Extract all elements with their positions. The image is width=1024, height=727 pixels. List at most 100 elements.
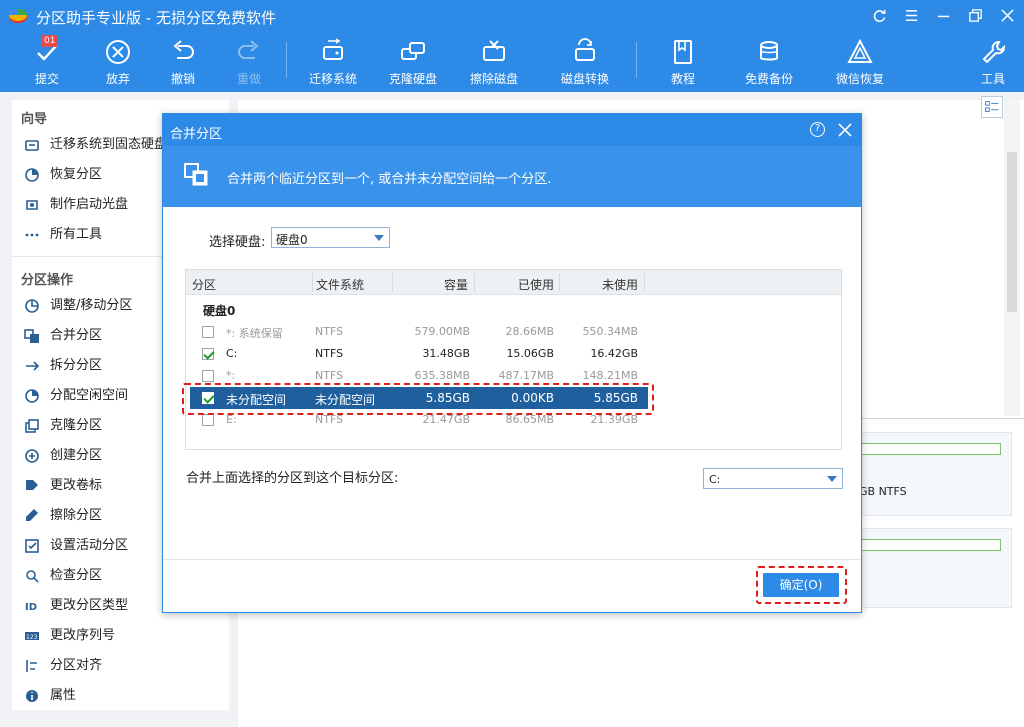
recover-partition-icon — [25, 168, 39, 182]
check-partition-icon — [26, 570, 39, 583]
column-divider[interactable] — [392, 273, 393, 292]
set-active-icon — [25, 539, 39, 553]
refresh-icon[interactable] — [870, 6, 888, 24]
row-checkbox[interactable] — [202, 326, 214, 338]
partition-usage-bar — [861, 539, 1001, 551]
tools-button[interactable]: 工具 — [960, 36, 1024, 88]
row-checkbox[interactable] — [202, 348, 214, 360]
migrate-os-button[interactable]: 迁移系统 — [300, 36, 366, 88]
restore-icon[interactable] — [966, 6, 984, 24]
column-divider[interactable] — [559, 273, 560, 292]
disk-card[interactable]: GB NTFS — [856, 432, 1012, 516]
table-row[interactable]: C: NTFS 31.48GB 15.06GB 16.42GB — [190, 343, 648, 365]
book-icon — [674, 40, 692, 64]
sidebar-item-label: 拆分分区 — [50, 358, 103, 373]
info-icon — [26, 690, 38, 702]
disk-card[interactable] — [856, 528, 1012, 608]
help-icon[interactable]: ? — [810, 122, 825, 137]
file-system: NTFS — [315, 369, 344, 382]
row-checkbox[interactable] — [202, 414, 214, 426]
serial-icon: 123 — [25, 632, 39, 641]
column-header[interactable]: 分区 — [192, 276, 216, 293]
migrate-os-icon — [25, 140, 39, 151]
row-checkbox[interactable] — [202, 370, 214, 382]
ok-button[interactable]: 确定(O) — [763, 573, 839, 597]
dialog-banner: 合并两个临近分区到一个, 或合并未分配空间给一个分区. — [163, 146, 861, 207]
sidebar-item[interactable]: 分区对齐 — [12, 651, 229, 681]
redo-button[interactable]: 重做 — [216, 36, 282, 88]
convert-disk-button[interactable]: 磁盘转换 — [552, 36, 618, 88]
chevron-down-icon — [827, 476, 837, 482]
partition-name: C: — [226, 347, 238, 360]
used-space: 28.66MB — [505, 325, 554, 338]
clone-disk-button[interactable]: 克隆硬盘 — [380, 36, 446, 88]
window-controls — [870, 6, 1016, 24]
submit-button[interactable]: 01 提交 — [14, 35, 80, 88]
used-space: 487.17MB — [498, 369, 554, 382]
close-window-icon[interactable] — [998, 6, 1016, 24]
free-backup-button[interactable]: 免费备份 — [736, 36, 802, 88]
app-logo-icon — [9, 9, 27, 23]
sidebar-item-label: 克隆分区 — [50, 418, 103, 433]
column-header[interactable]: 容量 — [444, 276, 468, 293]
wechat-recovery-button[interactable]: 微信恢复 — [827, 36, 893, 88]
sidebar-item-label: 检查分区 — [50, 568, 103, 583]
list-view-icon — [985, 101, 999, 112]
sidebar-item-label: 所有工具 — [50, 227, 103, 242]
sidebar-item-label: 创建分区 — [50, 448, 103, 463]
toolbar-divider — [636, 42, 637, 78]
column-divider[interactable] — [312, 273, 313, 292]
menu-icon[interactable] — [902, 6, 920, 24]
free-space: 16.42GB — [590, 347, 638, 360]
disk-group-label: 硬盘0 — [203, 304, 236, 318]
toolbar: 01 提交 放弃 撤销 重做 迁移系统 克隆硬盘 擦除磁盘 磁盘转换 教程 免费… — [0, 32, 1024, 92]
svg-text:123: 123 — [26, 634, 38, 641]
bootable-media-icon — [26, 200, 38, 210]
svg-text:ID: ID — [25, 602, 37, 613]
resize-partition-icon — [25, 299, 39, 313]
tutorial-button[interactable]: 教程 — [650, 36, 716, 88]
column-header[interactable]: 文件系统 — [316, 276, 364, 293]
discard-icon — [106, 40, 130, 64]
free-space: 148.21MB — [582, 369, 638, 382]
sidebar-item-label: 合并分区 — [50, 328, 103, 343]
wrench-icon — [982, 41, 1005, 64]
select-disk-label: 选择硬盘: — [209, 235, 266, 250]
merge-target-label: 合并上面选择的分区到这个目标分区: — [186, 471, 399, 486]
sidebar-item-label: 恢复分区 — [50, 167, 103, 182]
wipe-disk-button[interactable]: 擦除磁盘 — [461, 36, 527, 88]
partition-table: 分区 文件系统 容量 已使用 未使用 硬盘0 *: 系统保留 NTFS 579.00… — [185, 269, 842, 450]
dialog-title: 合并分区 — [170, 127, 223, 142]
undo-button[interactable]: 撤销 — [150, 36, 216, 88]
column-header[interactable]: 已使用 — [518, 276, 554, 293]
minimize-icon[interactable] — [934, 6, 952, 24]
merge-partition-dialog: 合并分区 ? 合并两个临近分区到一个, 或合并未分配空间给一个分区. 选择硬盘:… — [162, 113, 862, 613]
sidebar-item-label: 设置活动分区 — [50, 538, 129, 553]
main-scrollbar[interactable] — [1004, 100, 1020, 416]
top-bar: 分区助手专业版 - 无损分区免费软件 01 提交 放弃 撤销 重做 迁移系统 克… — [0, 0, 1024, 92]
sidebar-item-label: 分区对齐 — [50, 658, 103, 673]
disk-dropdown[interactable]: 硬盘0 — [271, 227, 390, 248]
file-system: NTFS — [315, 347, 344, 360]
target-partition-dropdown[interactable]: C: — [703, 468, 843, 489]
id-icon: ID — [25, 602, 37, 613]
tag-icon — [26, 480, 38, 490]
sidebar-item[interactable]: 123 更改序列号 — [12, 621, 229, 651]
close-icon[interactable] — [837, 122, 853, 138]
sidebar-item[interactable]: 属性 — [12, 681, 229, 711]
partition-fs-text: GB NTFS — [859, 485, 907, 498]
sidebar-item-label: 迁移系统到固态硬盘 — [50, 137, 168, 152]
toolbar-divider — [286, 42, 287, 78]
scrollbar-thumb[interactable] — [1007, 152, 1017, 312]
dialog-title-bar: 合并分区 ? — [163, 114, 861, 146]
column-header[interactable]: 未使用 — [602, 276, 638, 293]
discard-button[interactable]: 放弃 — [85, 36, 151, 88]
sidebar-item-label: 调整/移动分区 — [50, 298, 133, 313]
column-divider[interactable] — [644, 273, 645, 292]
table-row[interactable]: *: 系统保留 NTFS 579.00MB 28.66MB 550.34MB — [190, 321, 648, 343]
migrate-disk-icon — [323, 38, 343, 60]
used-space: 15.06GB — [506, 347, 554, 360]
column-divider[interactable] — [474, 273, 475, 292]
view-toggle-button[interactable] — [981, 96, 1003, 118]
redo-icon — [238, 40, 259, 59]
